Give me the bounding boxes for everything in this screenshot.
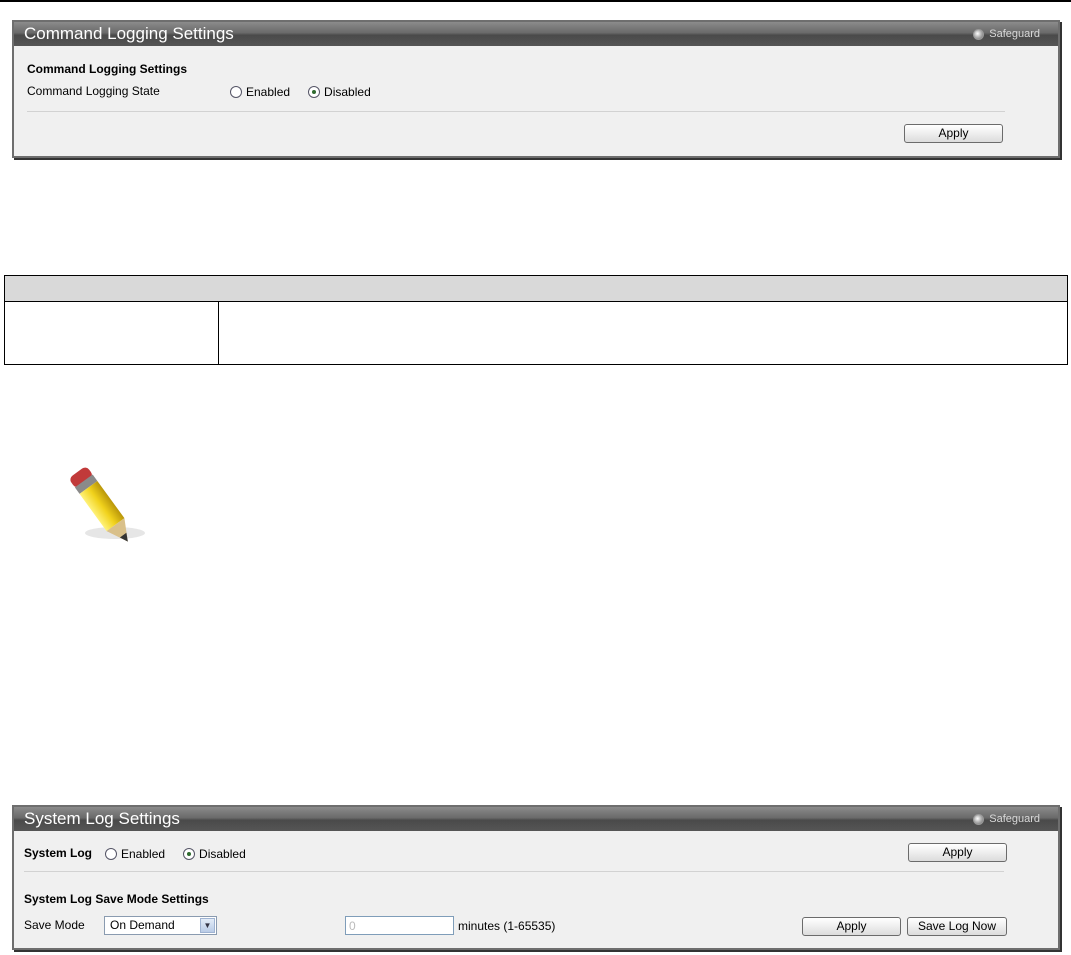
minutes-input[interactable] xyxy=(345,916,454,935)
radio-disabled-label: Disabled xyxy=(324,85,371,99)
safeguard-icon xyxy=(973,28,985,40)
radio-enabled[interactable] xyxy=(230,86,242,98)
radio-enabled[interactable] xyxy=(105,848,117,860)
system-log-apply-button[interactable]: Apply xyxy=(908,843,1007,862)
divider xyxy=(24,871,1004,872)
save-log-now-button[interactable]: Save Log Now xyxy=(907,917,1007,936)
parameter-description-cell xyxy=(218,301,1068,365)
save-mode-apply-button[interactable]: Apply xyxy=(802,917,901,936)
system-log-radios: Enabled Disabled xyxy=(105,847,260,861)
system-log-label: System Log xyxy=(24,846,93,860)
safeguard-indicator: Safeguard xyxy=(973,811,1040,827)
save-mode-select[interactable]: On Demand ▼ xyxy=(104,916,217,935)
parameter-table xyxy=(4,275,1068,365)
radio-enabled-label: Enabled xyxy=(246,85,291,99)
chevron-down-icon[interactable]: ▼ xyxy=(200,918,215,933)
minutes-unit-label: minutes (1-65535) xyxy=(458,919,556,933)
radio-disabled[interactable] xyxy=(183,848,196,860)
radio-disabled[interactable] xyxy=(308,86,321,98)
section-heading: Command Logging Settings xyxy=(27,62,187,76)
divider xyxy=(27,111,1005,112)
panel-title-text: System Log Settings xyxy=(24,809,180,828)
command-logging-panel: Command Logging Settings Safeguard Comma… xyxy=(12,20,1060,158)
command-logging-state-label: Command Logging State xyxy=(27,84,160,98)
save-mode-label: Save Mode xyxy=(24,918,85,932)
save-mode-value: On Demand xyxy=(110,918,175,932)
top-rule xyxy=(0,0,1071,2)
radio-enabled-label: Enabled xyxy=(121,847,166,861)
safeguard-label: Safeguard xyxy=(989,813,1040,825)
parameter-name-cell xyxy=(4,301,219,365)
panel-title: Command Logging Settings Safeguard xyxy=(14,22,1058,46)
parameter-table-header xyxy=(4,275,1068,302)
panel-title-text: Command Logging Settings xyxy=(24,24,234,43)
apply-button[interactable]: Apply xyxy=(904,124,1003,143)
pencil-icon xyxy=(60,455,160,560)
system-log-panel: System Log Settings Safeguard System Log… xyxy=(12,805,1060,950)
command-logging-state-radios: Enabled Disabled xyxy=(230,85,385,99)
safeguard-label: Safeguard xyxy=(989,28,1040,40)
safeguard-indicator: Safeguard xyxy=(973,26,1040,42)
save-mode-heading: System Log Save Mode Settings xyxy=(24,892,209,906)
radio-disabled-label: Disabled xyxy=(199,847,246,861)
safeguard-icon xyxy=(973,813,985,825)
panel-title: System Log Settings Safeguard xyxy=(14,807,1058,831)
